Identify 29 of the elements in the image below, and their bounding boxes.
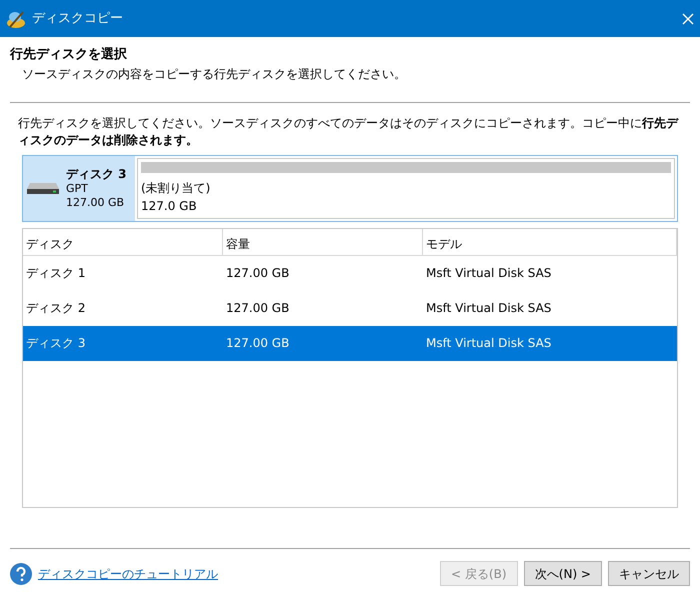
tutorial-link[interactable]: ディスクコピーのチュートリアル <box>38 564 218 583</box>
table-cell-text: Msft Virtual Disk SAS <box>425 300 552 318</box>
instruction-text: 行先ディスクを選択してください。ソースディスクのすべてのデータはそのディスクにコピーされます。コピー中に行先ディスクのデータは削除されます。 <box>18 115 680 149</box>
disk-name: ディスク 3 <box>66 166 127 182</box>
column-header[interactable]: モデル <box>423 228 677 255</box>
partition-size: 127.0 GB <box>141 198 198 215</box>
table-cell-text: ディスク 1 <box>25 265 86 282</box>
table-row[interactable]: ディスク 2 127.00 GB Msft Virtual Disk SAS <box>23 290 677 326</box>
table-cell-text: Msft Virtual Disk SAS <box>425 265 552 282</box>
table-cell-text: ディスク 3 <box>25 335 86 352</box>
disk-type: GPT <box>66 182 89 196</box>
table-cell-text: 127.00 GB <box>225 335 290 352</box>
partition-label: (未割り当て) <box>141 180 212 197</box>
partition-block[interactable]: (未割り当て) 127.0 GB <box>137 158 675 219</box>
next-button[interactable]: 次へ(N) > <box>524 561 602 586</box>
header-subtitle: ソースディスクの内容をコピーする行先ディスクを選択してください。 <box>22 66 406 80</box>
table-cell-text: Msft Virtual Disk SAS <box>425 335 552 352</box>
table-cell-text: ディスク 2 <box>25 300 86 318</box>
table-row[interactable]: ディスク 3 127.00 GB Msft Virtual Disk SAS <box>23 326 677 361</box>
header-title: 行先ディスクを選択 <box>10 47 127 62</box>
disk-size: 127.00 GB <box>66 196 126 210</box>
disk-card[interactable]: ディスク 3 GPT 127.00 GB <box>23 156 135 221</box>
table-cell-text: 127.00 GB <box>225 300 290 318</box>
column-header[interactable]: ディスク <box>23 228 223 255</box>
window-title: ディスクコピー <box>32 10 123 28</box>
column-header[interactable]: 容量 <box>223 228 423 255</box>
table-cell-text: 127.00 GB <box>225 265 290 282</box>
cancel-button[interactable]: キャンセル <box>608 561 690 586</box>
table-row[interactable]: ディスク 1 127.00 GB Msft Virtual Disk SAS <box>23 256 677 291</box>
